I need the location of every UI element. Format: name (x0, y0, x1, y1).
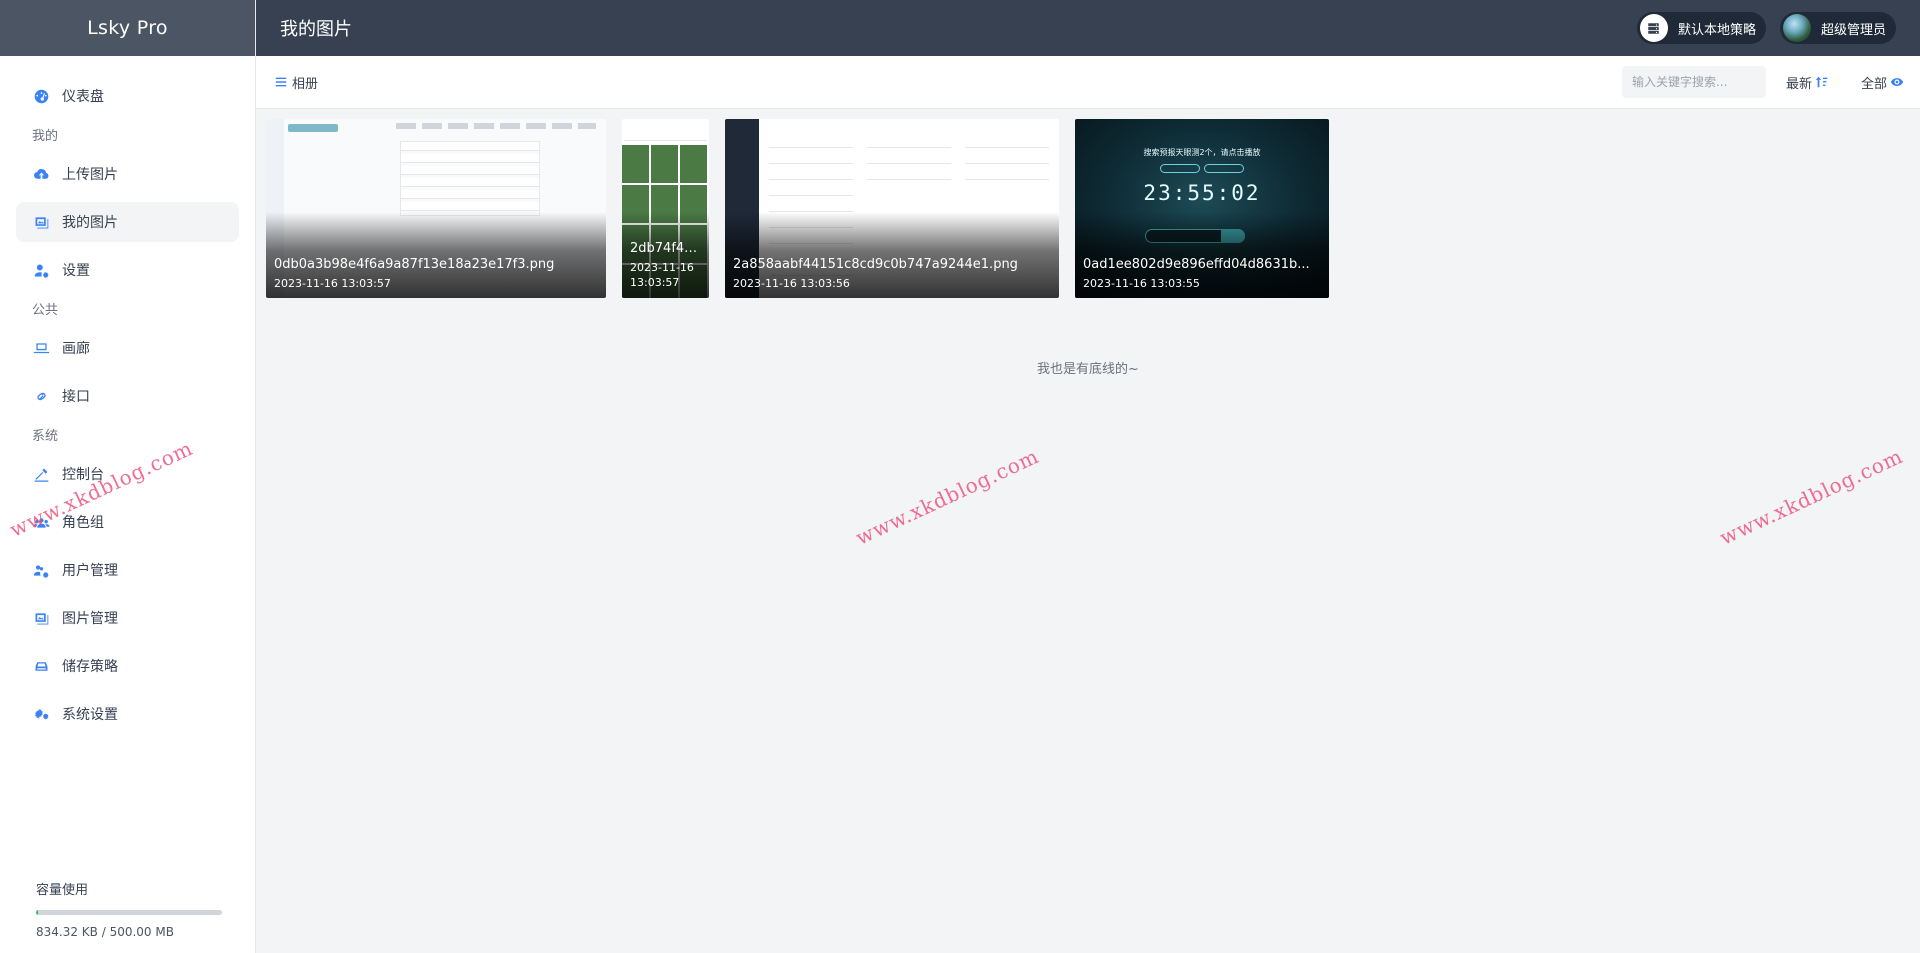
sidebar-item-label: 系统设置 (62, 707, 118, 723)
sidebar-item-dashboard[interactable]: 仪表盘 (16, 76, 239, 116)
strategy-button[interactable]: 默认本地策略 (1636, 12, 1766, 44)
user-cog-icon (32, 561, 50, 579)
sidebar-item-label: 设置 (62, 263, 90, 279)
image-name: 2a858aabf44151c8cd9c0b747a9244e1.png (733, 257, 1018, 272)
dashboard-icon (32, 87, 50, 105)
usage-title: 容量使用 (36, 883, 89, 898)
sidebar-item-label: 用户管理 (62, 563, 118, 579)
gears-icon (32, 705, 50, 723)
database-icon (32, 657, 50, 675)
sidebar-item-gallery[interactable]: 画廊 (16, 328, 239, 368)
sidebar-item-api[interactable]: 接口 (16, 376, 239, 416)
sort-button[interactable]: 最新 (1786, 73, 1829, 92)
sidebar-item-my-images[interactable]: 我的图片 (16, 202, 239, 242)
list-icon (275, 77, 287, 87)
sidebar-item-storage[interactable]: 储存策略 (16, 646, 239, 686)
toolbar-tools: 最新 全部 (1621, 66, 1904, 98)
images-toolbar: 相册 最新 全部 (256, 56, 1920, 109)
user-gear-icon (32, 261, 50, 279)
usage-progress-bar (36, 910, 222, 915)
image-card[interactable]: 2a858aabf44151c8cd9c0b747a9244e1.png 202… (725, 119, 1059, 298)
sidebar-item-label: 画廊 (62, 341, 90, 357)
link-icon (32, 387, 50, 405)
strategy-label: 默认本地策略 (1677, 22, 1756, 38)
nav-group-mine: 我的 (32, 129, 59, 144)
visibility-label: 全部 (1860, 76, 1887, 92)
console-icon (32, 465, 50, 483)
user-label: 超级管理员 (1820, 22, 1886, 38)
image-time: 2023-11-16 13:03:57 (274, 277, 391, 290)
cloud-upload-icon (32, 165, 50, 183)
sidebar-item-system-settings[interactable]: 系统设置 (16, 694, 239, 734)
sidebar-nav: 仪表盘 我的 上传图片 我的图片 设置 公共 画廊 接口 系统 控制台 角色组 … (0, 56, 255, 734)
sidebar-item-label: 我的图片 (62, 215, 118, 231)
image-name: 0db0a3b98e4f6a9a87f13e18a23e17f3.png (274, 257, 555, 272)
sort-icon (1815, 76, 1828, 88)
image-card[interactable]: 0db0a3b98e4f6a9a87f13e18a23e17f3.png 202… (266, 119, 606, 298)
sidebar-item-label: 储存策略 (62, 659, 118, 675)
albums-label: 相册 (292, 76, 319, 92)
laptop-icon (32, 339, 50, 357)
sidebar-item-label: 仪表盘 (62, 89, 104, 105)
avatar (1782, 14, 1811, 42)
storage-usage: 容量使用 834.32 KB / 500.00 MB (36, 879, 222, 939)
eye-icon (1890, 78, 1904, 86)
page-title: 我的图片 (280, 19, 352, 40)
server-icon (1639, 14, 1668, 42)
watermark: www.xkdblog.com (852, 443, 1043, 550)
image-name: 2db74f4e... (630, 241, 701, 256)
sidebar-item-settings[interactable]: 设置 (16, 250, 239, 290)
sidebar-item-images[interactable]: 图片管理 (16, 598, 239, 638)
watermark: www.xkdblog.com (1716, 443, 1907, 550)
thumbnail-clock: 23:55:02 (1143, 181, 1261, 205)
image-card[interactable]: 搜索预报天眼测2个，请点击播放 23:55:02 0ad1ee802d9e896… (1075, 119, 1329, 298)
end-of-list-note: 我也是有底线的~ (1037, 362, 1139, 377)
image-time: 2023-11-16 13:03:56 (733, 277, 850, 290)
visibility-button[interactable]: 全部 (1861, 73, 1904, 92)
sidebar-item-label: 图片管理 (62, 611, 118, 627)
user-menu-button[interactable]: 超级管理员 (1779, 12, 1896, 44)
usage-progress-fill (36, 910, 38, 915)
sidebar-item-label: 接口 (62, 389, 90, 405)
image-gallery: 0db0a3b98e4f6a9a87f13e18a23e17f3.png 202… (266, 119, 1329, 298)
sidebar-item-users[interactable]: 用户管理 (16, 550, 239, 590)
thumbnail-headline: 搜索预报天眼测2个，请点击播放 (1143, 148, 1261, 157)
top-header: 我的图片 默认本地策略 超级管理员 (256, 0, 1920, 56)
usage-text: 834.32 KB / 500.00 MB (36, 925, 174, 939)
header-actions: 默认本地策略 超级管理员 (1636, 12, 1896, 44)
brand-logo[interactable]: Lsky Pro (0, 0, 255, 56)
image-name: 0ad1ee802d9e896effd04d8631b... (1083, 257, 1310, 272)
image-time: 2023-11-16 13:03:57 (630, 261, 694, 289)
image-card[interactable]: 2db74f4e... 2023-11-16 13:03:57 (622, 119, 709, 298)
search-input[interactable] (1621, 66, 1766, 98)
albums-button[interactable]: 相册 (274, 73, 318, 92)
sort-label: 最新 (1785, 76, 1812, 92)
image-manage-icon (32, 609, 50, 627)
nav-group-public: 公共 (32, 303, 59, 318)
nav-group-system: 系统 (32, 429, 59, 444)
sidebar-item-label: 上传图片 (62, 167, 118, 183)
images-icon (32, 213, 50, 231)
image-time: 2023-11-16 13:03:55 (1083, 277, 1200, 290)
sidebar-item-upload[interactable]: 上传图片 (16, 154, 239, 194)
